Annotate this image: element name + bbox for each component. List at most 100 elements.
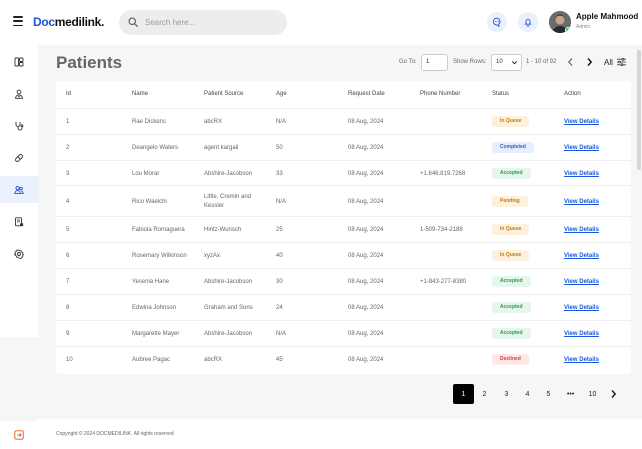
view-details-link[interactable]: View Details <box>564 171 599 177</box>
status-badge: In Queue <box>492 250 530 261</box>
cell-date: 08 Aug, 2024 <box>348 279 384 285</box>
sidebar-item-dashboard[interactable] <box>0 48 38 75</box>
column-header-action[interactable]: Action <box>564 91 581 97</box>
table-row: 5 Fabiola Romaguera Hintz-Wunsch 25 08 Aug, … <box>56 216 631 242</box>
page-button[interactable]: 1 <box>453 384 474 404</box>
stethoscope-icon <box>15 121 24 130</box>
cell-id: 10 <box>66 357 73 363</box>
cell-age: N/A <box>276 119 287 125</box>
page-scrollbar[interactable] <box>637 50 641 170</box>
cell-id: 6 <box>66 253 70 259</box>
logo-part-2: medilink. <box>54 15 105 29</box>
previous-page-button[interactable] <box>565 56 575 68</box>
column-header-id[interactable]: Id <box>66 91 71 97</box>
cell-age: N/A <box>276 331 287 337</box>
sidebar-item-doctors[interactable] <box>0 80 38 107</box>
cell-source: Graham and Sons <box>204 305 253 311</box>
pagination-next-button[interactable] <box>605 384 621 404</box>
user-name: Apple Mahmood <box>576 12 639 21</box>
table-row: 7 Yesenia Hane Abshire-Jacobson 30 08 Aug, 2… <box>56 268 631 294</box>
rows-per-page-select[interactable]: 10 <box>491 54 522 71</box>
chat-icon <box>492 17 501 27</box>
page-button[interactable]: 5 <box>540 384 557 404</box>
view-details-link[interactable]: View Details <box>564 253 599 259</box>
cell-source: abcRX <box>204 119 223 125</box>
sidebar-item-reports[interactable] <box>0 208 38 235</box>
logout-button[interactable] <box>0 421 38 449</box>
avatar[interactable] <box>549 11 571 33</box>
sidebar <box>0 45 38 449</box>
layout-icon <box>14 57 24 66</box>
cell-source: xyzAx <box>204 253 221 259</box>
cell-name: Rico Waelchi <box>132 198 167 205</box>
view-details-link[interactable]: View Details <box>564 357 599 363</box>
view-details-link[interactable]: View Details <box>564 145 599 151</box>
column-header-age[interactable]: Age <box>276 91 287 97</box>
cell-date: 08 Aug, 2024 <box>348 227 384 233</box>
page-button[interactable]: 4 <box>519 384 536 404</box>
sidebar-item-consultations[interactable] <box>0 112 38 139</box>
view-details-link[interactable]: View Details <box>564 279 599 285</box>
page-button[interactable]: 2 <box>476 384 493 404</box>
column-header-name[interactable]: Name <box>132 91 148 97</box>
cell-age: N/A <box>276 198 287 205</box>
menu-icon[interactable] <box>13 16 23 26</box>
view-details-link[interactable]: View Details <box>564 305 599 311</box>
column-header-phone-number[interactable]: Phone Number <box>420 91 460 97</box>
table-row: 1 Rae Dickens abcRX N/A 08 Aug, 2024 In Queue… <box>56 108 631 134</box>
column-header-status[interactable]: Status <box>492 91 509 97</box>
next-page-button[interactable] <box>584 56 594 68</box>
cell-date: 08 Aug, 2024 <box>348 253 384 259</box>
view-details-link[interactable]: View Details <box>564 331 599 337</box>
status-badge: Accepted <box>492 167 531 179</box>
column-header-patient-source[interactable]: Patient Source <box>204 91 243 97</box>
show-rows-label: Show Rows: <box>453 59 487 65</box>
cell-id: 5 <box>66 227 70 233</box>
status-badge: Accepted <box>492 328 531 339</box>
cell-name: Rae Dickens <box>132 119 167 125</box>
goto-label: Go To: <box>399 59 417 65</box>
bell-icon <box>524 18 532 27</box>
cell-name: Deangelo Waters <box>132 145 179 151</box>
column-header-request-date[interactable]: Request Date <box>348 91 385 97</box>
view-details-link[interactable]: View Details <box>564 199 599 205</box>
status-badge: Pending <box>492 195 528 207</box>
messages-button[interactable] <box>487 12 507 32</box>
logo[interactable]: Docmedilink. <box>33 15 104 29</box>
view-details-link[interactable]: View Details <box>564 119 599 125</box>
sidebar-item-pharmacy[interactable] <box>0 144 38 171</box>
sidebar-item-settings[interactable] <box>0 240 38 267</box>
status-badge: Declined <box>492 354 529 365</box>
status-badge: Accepted <box>492 302 531 313</box>
page-button[interactable]: 10 <box>583 384 602 404</box>
chevron-down-icon <box>511 61 518 65</box>
chevron-right-icon <box>586 58 592 66</box>
cell-name: Lou Morar <box>132 170 160 177</box>
view-all-toggle[interactable]: All <box>604 58 613 67</box>
doctor-icon <box>14 89 24 99</box>
cell-id: 2 <box>66 145 70 151</box>
cell-date: 08 Aug, 2024 <box>348 305 384 311</box>
cell-date: 08 Aug, 2024 <box>348 145 384 151</box>
table-row: 4 Rico Waelchi Little, Cremin and Kessler N… <box>56 185 631 216</box>
pagination-ellipsis: ••• <box>566 390 575 398</box>
goto-page-input[interactable]: 1 <box>421 54 448 71</box>
page-button[interactable]: 3 <box>498 384 515 404</box>
status-badge: In Queue <box>492 224 530 235</box>
notifications-button[interactable] <box>518 12 538 32</box>
status-badge: Accepted <box>492 276 531 287</box>
table-row: 2 Deangelo Waters agent kargail 50 08 Aug, 2… <box>56 134 631 160</box>
search-input[interactable] <box>145 14 275 31</box>
pill-icon <box>15 153 23 162</box>
view-details-link[interactable]: View Details <box>564 227 599 233</box>
sidebar-item-patients[interactable] <box>0 176 38 203</box>
patients-icon <box>14 185 24 194</box>
chevron-right-icon <box>611 390 616 398</box>
report-icon <box>15 216 24 226</box>
cell-name: Yesenia Hane <box>132 279 170 285</box>
patients-table: Id Name Patient Source Age Request Date … <box>56 81 631 374</box>
cell-date: 08 Aug, 2024 <box>348 331 384 337</box>
cell-age: 45 <box>276 357 283 363</box>
online-status-dot <box>565 27 571 33</box>
filter-icon[interactable] <box>617 58 626 66</box>
